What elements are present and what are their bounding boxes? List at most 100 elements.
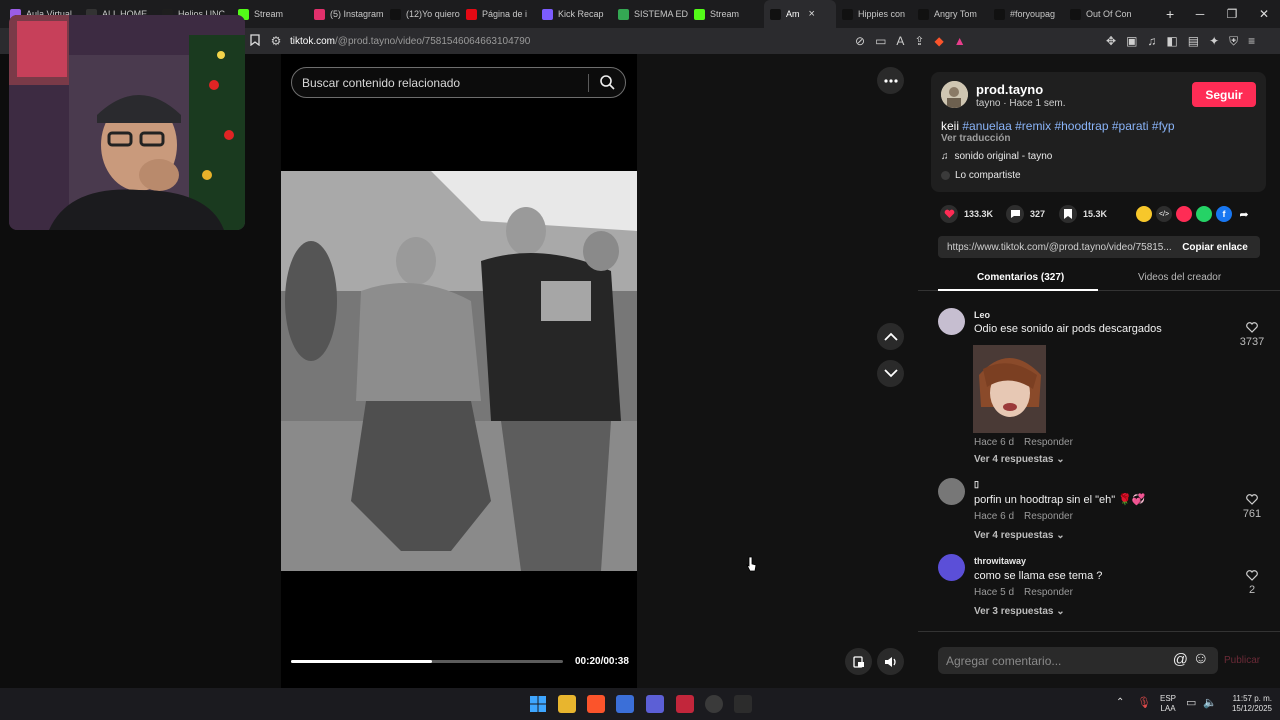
- video-progress-bar[interactable]: [291, 660, 563, 663]
- reply-link[interactable]: Responder: [1024, 437, 1073, 448]
- video-frame[interactable]: [281, 171, 637, 571]
- browser-tab[interactable]: Hippies con: [836, 0, 912, 28]
- comment-username[interactable]: Leo: [974, 310, 990, 320]
- cast-icon[interactable]: ▭: [875, 34, 886, 48]
- comment-username[interactable]: ▯: [974, 479, 979, 490]
- vpn-icon[interactable]: ⛨: [1229, 34, 1238, 49]
- browser-tab[interactable]: Am ×: [764, 0, 836, 28]
- extensions-icon[interactable]: ✥: [1106, 34, 1116, 49]
- save-stat[interactable]: 15.3K: [1059, 205, 1107, 223]
- video-link-url[interactable]: https://www.tiktok.com/@prod.tayno/video…: [938, 242, 1172, 253]
- translate-link[interactable]: Ver traducción: [941, 133, 1010, 144]
- hashtag-link[interactable]: #anuelaa: [962, 119, 1011, 133]
- new-tab-button[interactable]: +: [1160, 0, 1180, 28]
- maximize-icon[interactable]: ❐: [1216, 7, 1248, 21]
- copy-link-button[interactable]: Copiar enlace: [1170, 236, 1260, 258]
- browser-tab[interactable]: SISTEMA ED: [612, 0, 688, 28]
- related-content-search[interactable]: Buscar contenido relacionado: [291, 67, 626, 98]
- microphone-icon[interactable]: 🎙: [1137, 696, 1151, 709]
- language-indicator[interactable]: ESP LAA: [1160, 694, 1176, 714]
- share-arrow-icon[interactable]: ➦: [1236, 206, 1252, 222]
- hashtag-link[interactable]: #parati: [1112, 119, 1149, 133]
- speaker-icon[interactable]: 🔈: [1203, 696, 1217, 709]
- comment-avatar[interactable]: [938, 478, 965, 505]
- microsoft-store-icon[interactable]: [616, 695, 634, 713]
- screenshot-icon[interactable]: ▣: [1126, 34, 1137, 49]
- tab-creator-videos[interactable]: Videos del creador: [1138, 272, 1221, 283]
- voicemeeter-icon[interactable]: [676, 695, 694, 713]
- minimize-icon[interactable]: ─: [1184, 7, 1216, 21]
- hashtag-link[interactable]: #hoodtrap: [1054, 119, 1108, 133]
- hashtag-link[interactable]: #fyp: [1152, 119, 1175, 133]
- close-window-icon[interactable]: ✕: [1248, 7, 1280, 21]
- comment-avatar[interactable]: [938, 554, 965, 581]
- heart-icon[interactable]: [940, 205, 958, 223]
- wallet-icon[interactable]: ▤: [1188, 34, 1199, 49]
- next-video-icon[interactable]: [877, 360, 904, 387]
- previous-video-icon[interactable]: [877, 323, 904, 350]
- no-cast-icon[interactable]: ⊘: [855, 34, 865, 48]
- tab-comments[interactable]: Comentarios (327): [977, 272, 1064, 283]
- publish-button[interactable]: Publicar: [1224, 655, 1260, 666]
- mention-icon[interactable]: @: [1173, 651, 1188, 668]
- brave-browser-icon[interactable]: [587, 695, 605, 713]
- comment-like-button[interactable]: 3737: [1238, 322, 1266, 348]
- comment-like-button[interactable]: 761: [1238, 494, 1266, 520]
- discord-icon[interactable]: [646, 695, 664, 713]
- sidebar-icon[interactable]: ◧: [1166, 34, 1177, 49]
- search-icon[interactable]: [599, 74, 615, 93]
- comment-stat[interactable]: 327: [1006, 205, 1045, 223]
- comment-icon[interactable]: [1006, 205, 1024, 223]
- comment-input[interactable]: Agregar comentario... @ ☺: [938, 647, 1218, 674]
- rewards-icon[interactable]: ▲: [954, 34, 966, 48]
- browser-tab[interactable]: Página de i: [460, 0, 536, 28]
- browser-tab[interactable]: Out Of Con: [1064, 0, 1140, 28]
- repost-icon[interactable]: [1136, 206, 1152, 222]
- comment-avatar[interactable]: [938, 308, 965, 335]
- comment-username[interactable]: throwitaway: [974, 556, 1026, 566]
- more-options-icon[interactable]: [877, 67, 904, 94]
- send-to-friend-icon[interactable]: [1176, 206, 1192, 222]
- epic-games-icon[interactable]: [734, 695, 752, 713]
- file-explorer-icon[interactable]: [558, 695, 576, 713]
- url-field[interactable]: tiktok.com/@prod.tayno/video/75815460646…: [290, 36, 530, 47]
- network-icon[interactable]: ▭: [1186, 696, 1196, 709]
- obs-icon[interactable]: [705, 695, 723, 713]
- floating-player-icon[interactable]: [845, 648, 872, 675]
- embed-icon[interactable]: </>: [1156, 206, 1172, 222]
- browser-tab[interactable]: (5) Instagram: [308, 0, 384, 28]
- hashtag-link[interactable]: #remix: [1015, 119, 1051, 133]
- bookmark-icon[interactable]: [242, 33, 268, 49]
- share-icon[interactable]: ⇪: [914, 34, 924, 48]
- like-stat[interactable]: 133.3K: [940, 205, 993, 223]
- site-settings-icon[interactable]: ⚙: [268, 34, 284, 48]
- tray-expand-icon[interactable]: ⌃: [1116, 697, 1124, 708]
- browser-tab[interactable]: Stream: [688, 0, 764, 28]
- view-replies-link[interactable]: Ver 4 respuestas ⌄: [974, 454, 1065, 465]
- bookmark-save-icon[interactable]: [1059, 205, 1077, 223]
- follow-button[interactable]: Seguir: [1192, 82, 1256, 107]
- reply-link[interactable]: Responder: [1024, 511, 1073, 522]
- comment-like-button[interactable]: 2: [1238, 570, 1266, 596]
- author-username[interactable]: prod.tayno: [976, 82, 1043, 97]
- video-link-box[interactable]: https://www.tiktok.com/@prod.tayno/video…: [938, 236, 1260, 258]
- leo-ai-icon[interactable]: ✦: [1209, 34, 1219, 49]
- view-replies-link[interactable]: Ver 4 respuestas ⌄: [974, 530, 1065, 541]
- volume-icon[interactable]: [877, 648, 904, 675]
- browser-tab[interactable]: (12)Yo quiero: [384, 0, 460, 28]
- sound-link[interactable]: ♫ sonido original - tayno: [941, 151, 1052, 162]
- media-icon[interactable]: ♫: [1147, 34, 1156, 49]
- whatsapp-icon[interactable]: [1196, 206, 1212, 222]
- browser-tab[interactable]: Angry Tom: [912, 0, 988, 28]
- menu-icon[interactable]: ≡: [1248, 34, 1255, 49]
- author-avatar[interactable]: [941, 81, 968, 108]
- emoji-icon[interactable]: ☺: [1193, 650, 1209, 668]
- reply-link[interactable]: Responder: [1024, 587, 1073, 598]
- facebook-icon[interactable]: f: [1216, 206, 1232, 222]
- browser-tab[interactable]: #foryoupag: [988, 0, 1064, 28]
- brave-shield-icon[interactable]: ◆: [934, 34, 943, 48]
- browser-tab[interactable]: Kick Recap: [536, 0, 612, 28]
- windows-start-icon[interactable]: [529, 695, 547, 713]
- close-tab-icon[interactable]: ×: [809, 8, 815, 20]
- translate-icon[interactable]: A: [896, 34, 904, 48]
